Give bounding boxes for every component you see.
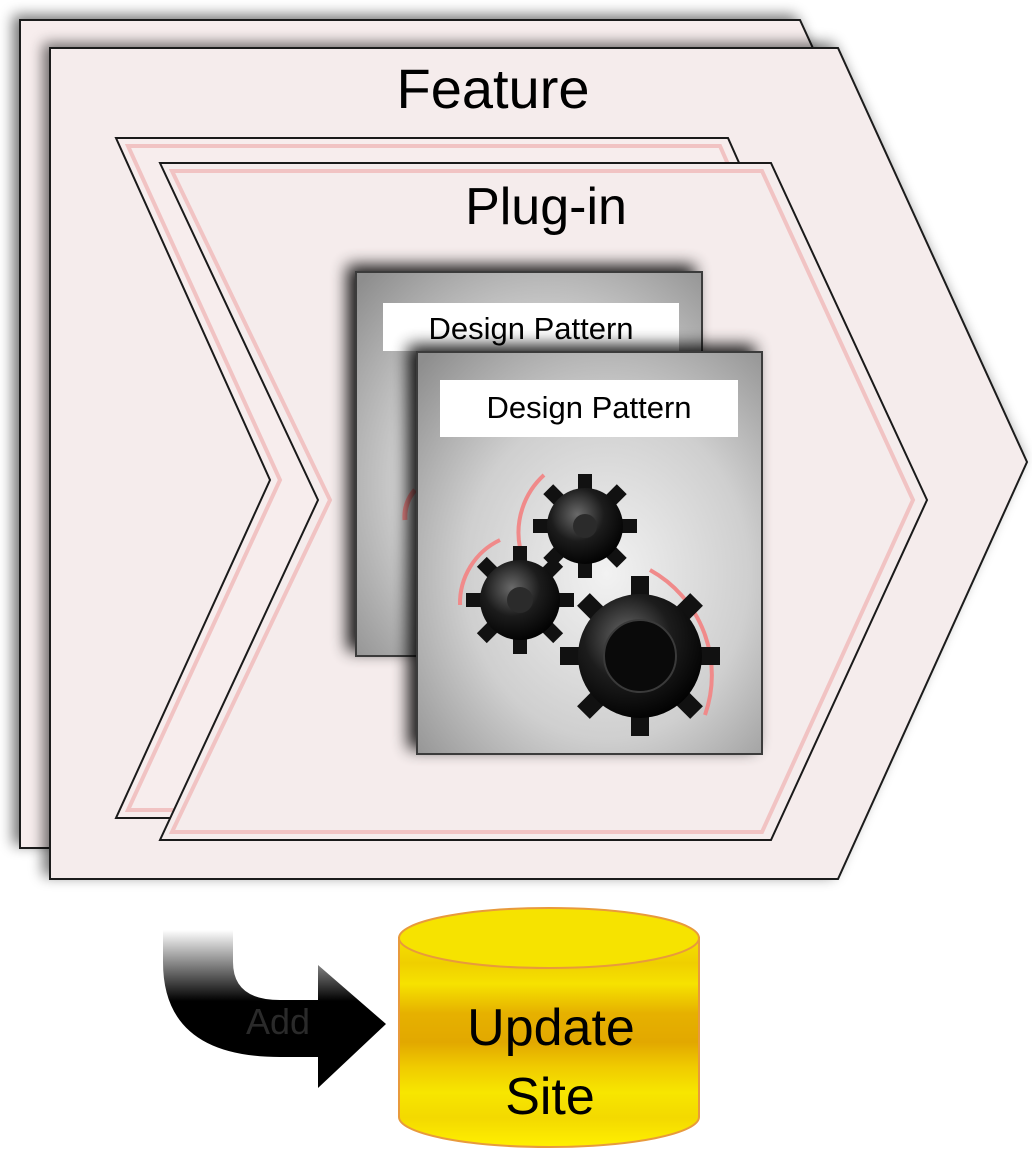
update-site-line2: Site xyxy=(505,1068,595,1126)
design-pattern-back-label: Design Pattern xyxy=(428,311,633,346)
feature-label: Feature xyxy=(397,57,590,120)
design-pattern-front-label: Design Pattern xyxy=(486,390,691,425)
update-site-line1: Update xyxy=(467,999,635,1057)
feature-plugin-diagram: Feature Plug-in Design Pattern Design Pa… xyxy=(19,19,1029,1148)
plugin-label: Plug-in xyxy=(465,178,627,236)
add-label: Add xyxy=(246,1001,310,1042)
